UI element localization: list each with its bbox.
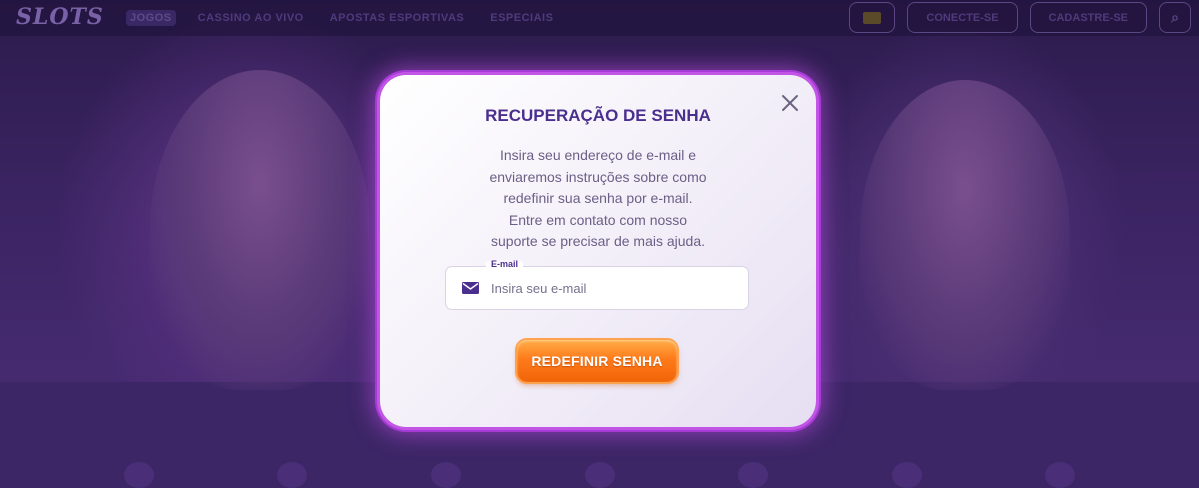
description-line: enviaremos instruções sobre como <box>489 168 707 185</box>
main-nav: JOGOS CASSINO AO VIVO APOSTAS ESPORTIVAS… <box>126 10 557 26</box>
site-logo[interactable]: SLOTS <box>16 4 104 30</box>
password-recovery-modal: RECUPERAÇÃO DE SENHA Insira seu endereço… <box>380 75 816 427</box>
email-field: E-mail <box>445 259 749 310</box>
hostess-character-image <box>150 70 370 390</box>
description-line: redefinir sua senha por e-mail. <box>503 190 693 206</box>
category-icon[interactable] <box>123 462 154 488</box>
language-selector[interactable] <box>849 2 896 33</box>
category-icons-row <box>0 462 1199 488</box>
nav-item-specials[interactable]: ESPECIAIS <box>486 10 557 26</box>
reset-password-button[interactable]: REDEFINIR SENHA <box>517 340 677 382</box>
modal-title: RECUPERAÇÃO DE SENHA <box>485 106 711 125</box>
register-button[interactable]: CADASTRE-SE <box>1029 2 1147 33</box>
email-input[interactable] <box>491 267 738 309</box>
description-line: Entre em contato com nosso <box>508 211 688 228</box>
category-icon[interactable] <box>430 462 461 488</box>
nav-item-games[interactable]: JOGOS <box>126 10 176 26</box>
search-icon: ⌕ <box>1171 9 1179 25</box>
envelope-icon <box>462 281 479 295</box>
category-icon[interactable] <box>1045 462 1076 488</box>
description-line: suporte se precisar de mais ajuda. <box>491 233 705 249</box>
top-navbar: SLOTS JOGOS CASSINO AO VIVO APOSTAS ESPO… <box>0 0 1199 36</box>
login-button[interactable]: CONECTE-SE <box>907 2 1018 33</box>
search-button[interactable]: ⌕ <box>1159 2 1191 33</box>
modal-description: Insira seu endereço de e-mail e enviarem… <box>470 145 726 253</box>
nav-item-sports[interactable]: APOSTAS ESPORTIVAS <box>326 10 469 26</box>
nav-actions: CONECTE-SE CADASTRE-SE ⌕ <box>849 2 1191 33</box>
flag-icon <box>863 11 882 24</box>
description-line: Insira seu endereço de e-mail e <box>499 147 697 163</box>
host-character-image <box>860 80 1070 390</box>
nav-item-live-casino[interactable]: CASSINO AO VIVO <box>194 10 308 26</box>
category-icon[interactable] <box>738 462 769 488</box>
category-icon[interactable] <box>584 462 615 488</box>
category-icon[interactable] <box>277 462 308 488</box>
category-icon[interactable] <box>891 462 922 488</box>
